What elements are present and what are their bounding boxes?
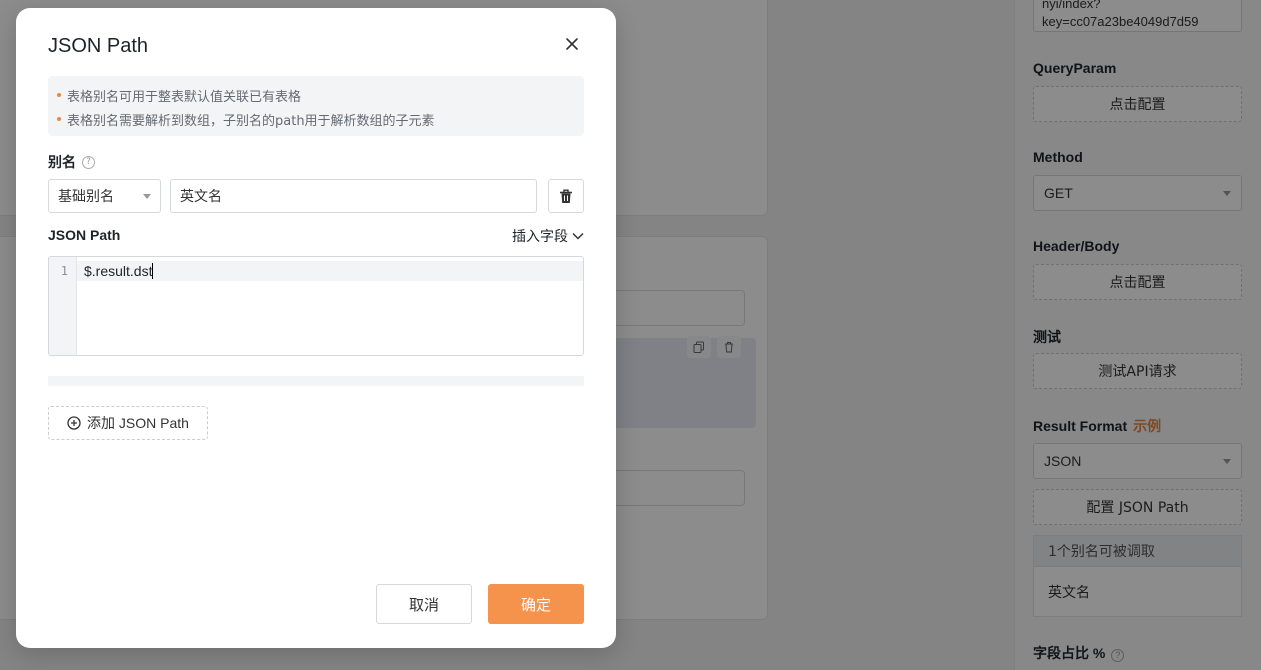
trash-icon xyxy=(560,189,572,203)
text-cursor xyxy=(152,263,154,279)
add-json-path-button[interactable]: 添加 JSON Path xyxy=(48,406,208,440)
question-circle-icon[interactable]: ? xyxy=(82,155,95,169)
alias-label-text: 别名 xyxy=(48,155,76,171)
section-divider xyxy=(48,376,584,386)
insert-field-dropdown[interactable]: 插入字段 xyxy=(512,226,584,246)
alias-label: 别名 ? xyxy=(48,152,95,172)
bullet-dot xyxy=(57,117,61,121)
plus-circle-icon xyxy=(67,416,81,430)
notice-text: 表格别名需要解析到数组，子别名的path用于解析数组的子元素 xyxy=(67,113,435,129)
delete-alias-button[interactable] xyxy=(548,179,584,213)
insert-field-label: 插入字段 xyxy=(512,229,568,245)
confirm-button[interactable]: 确定 xyxy=(488,584,584,624)
close-icon xyxy=(566,38,578,50)
json-path-editor[interactable]: 1 $.result.dst xyxy=(48,256,584,356)
json-path-modal: JSON Path 表格别名可用于整表默认值关联已有表格 表格别名需要解析到数组… xyxy=(16,8,616,648)
line-number: 1 xyxy=(60,264,68,278)
bullet-dot xyxy=(57,93,61,97)
modal-title: JSON Path xyxy=(48,35,149,57)
add-json-path-label: 添加 JSON Path xyxy=(87,415,189,431)
close-button[interactable] xyxy=(561,33,583,55)
caret-down-icon xyxy=(143,193,151,199)
notice-text: 表格别名可用于整表默认值关联已有表格 xyxy=(67,89,302,105)
code-text: $.result.dst xyxy=(84,263,153,279)
notice-box: 表格别名可用于整表默认值关联已有表格 表格别名需要解析到数组，子别名的path用… xyxy=(48,76,584,136)
code-line[interactable]: $.result.dst xyxy=(84,261,154,281)
json-path-label: JSON Path xyxy=(48,227,121,243)
alias-name-input[interactable] xyxy=(170,179,537,213)
chevron-down-icon xyxy=(572,232,584,240)
alias-type-value: 基础别名 xyxy=(58,189,114,205)
notice-item: 表格别名需要解析到数组，子别名的path用于解析数组的子元素 xyxy=(57,107,575,131)
alias-type-select[interactable]: 基础别名 xyxy=(48,179,161,213)
notice-item: 表格别名可用于整表默认值关联已有表格 xyxy=(57,83,575,107)
cancel-button[interactable]: 取消 xyxy=(376,584,472,624)
